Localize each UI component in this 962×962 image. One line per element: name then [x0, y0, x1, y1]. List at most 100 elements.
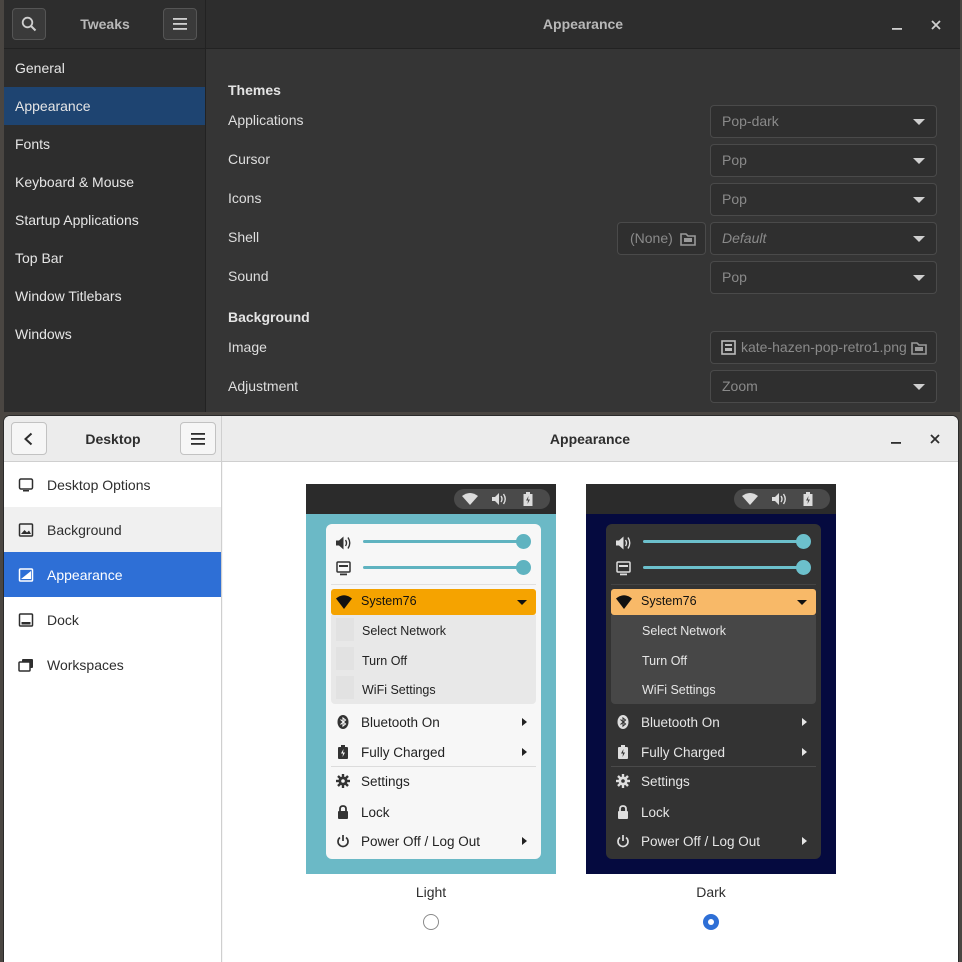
tweaks-nav-startup-applications[interactable]: Startup Applications [4, 201, 205, 239]
tweaks-menu-button[interactable] [163, 8, 197, 40]
settings-item[interactable]: Settings [326, 767, 541, 795]
cursor-value: Pop [722, 152, 747, 168]
tweaks-nav-fonts[interactable]: Fonts [4, 125, 205, 163]
network-item[interactable]: System76 [331, 589, 536, 615]
brightness-slider-knob[interactable] [516, 560, 531, 575]
tweaks-nav-keyboard-mouse[interactable]: Keyboard & Mouse [4, 163, 205, 201]
desktop-page-title: Appearance [549, 431, 631, 447]
light-option-label: Light [415, 884, 447, 900]
preview-top-bar [306, 484, 556, 514]
desktop-nav-workspaces[interactable]: Workspaces [4, 642, 221, 687]
sound-combo[interactable]: Pop [710, 261, 937, 294]
settings-item[interactable]: Settings [606, 767, 821, 795]
settings-label: Settings [641, 773, 690, 789]
image-label: Image [228, 339, 267, 355]
tweaks-nav-top-bar[interactable]: Top Bar [4, 239, 205, 277]
lock-item[interactable]: Lock [606, 798, 821, 826]
volume-slider-knob[interactable] [516, 534, 531, 549]
battery-item[interactable]: Fully Charged [326, 738, 541, 766]
search-icon [21, 16, 37, 32]
brightness-slider[interactable] [363, 566, 521, 569]
chevron-down-icon [913, 197, 925, 203]
chevron-down-icon [913, 384, 925, 390]
desktop-nav-appearance[interactable]: Appearance [4, 552, 221, 597]
desktop-menu-button[interactable] [180, 422, 216, 455]
background-heading: Background [228, 309, 310, 325]
lock-item[interactable]: Lock [326, 798, 541, 826]
tweaks-nav-appearance[interactable]: Appearance [4, 87, 205, 125]
shell-combo[interactable]: Default [710, 222, 937, 255]
desktop-nav-desktop-options[interactable]: Desktop Options [4, 462, 221, 507]
light-radio[interactable] [423, 914, 439, 930]
minimize-icon [892, 28, 902, 30]
lock-label: Lock [641, 804, 670, 820]
tweaks-sidebar-header: Tweaks [4, 0, 206, 49]
back-button[interactable] [11, 422, 47, 455]
desktop-settings-window: Desktop Appearance Desktop Options Backg… [4, 416, 958, 962]
desktop-minimize-button[interactable] [885, 428, 907, 450]
bluetooth-icon [337, 715, 349, 729]
battery-icon [338, 745, 348, 759]
power-label: Power Off / Log Out [361, 833, 481, 849]
desktop-nav-label: Appearance [47, 566, 123, 583]
chevron-down-icon [517, 600, 527, 605]
volume-slider[interactable] [363, 540, 521, 543]
network-item[interactable]: System76 [611, 589, 816, 615]
battery-item[interactable]: Fully Charged [606, 738, 821, 766]
cursor-label: Cursor [228, 151, 271, 167]
desktop-close-button[interactable] [924, 428, 946, 450]
desktop-nav-dock[interactable]: Dock [4, 597, 221, 642]
display-icon [336, 561, 351, 576]
turn-off-item[interactable]: Turn Off [642, 654, 687, 668]
bluetooth-item[interactable]: Bluetooth On [326, 708, 541, 736]
search-button[interactable] [12, 8, 46, 40]
applications-combo[interactable]: Pop-dark [710, 105, 937, 138]
icons-combo[interactable]: Pop [710, 183, 937, 216]
adjustment-combo[interactable]: Zoom [710, 370, 937, 403]
brightness-slider-knob[interactable] [796, 560, 811, 575]
battery-label: Fully Charged [641, 744, 726, 760]
volume-slider-knob[interactable] [796, 534, 811, 549]
network-submenu: Select Network Turn Off WiFi Settings [611, 615, 816, 704]
tweaks-nav-windows[interactable]: Windows [4, 315, 205, 353]
chevron-down-icon [913, 119, 925, 125]
gear-icon [336, 774, 350, 788]
light-theme-preview[interactable]: System76 Select Network Turn Off WiFi Se… [306, 484, 556, 874]
cursor-combo[interactable]: Pop [710, 144, 937, 177]
appearance-icon [18, 567, 34, 582]
shell-file-chooser[interactable]: (None) [617, 222, 706, 255]
tweaks-main-header: Appearance [206, 0, 960, 49]
wifi-settings-item[interactable]: WiFi Settings [642, 683, 716, 697]
turn-off-item[interactable]: Turn Off [362, 654, 407, 668]
image-file-chooser[interactable]: kate-hazen-pop-retro1.png [710, 331, 937, 364]
image-file-value: kate-hazen-pop-retro1.png [741, 339, 907, 355]
sound-label: Sound [228, 268, 269, 284]
wifi-icon [616, 595, 632, 609]
power-item[interactable]: Power Off / Log Out [326, 827, 541, 855]
tweaks-nav-general[interactable]: General [4, 49, 205, 87]
tweaks-close-button[interactable] [925, 14, 947, 36]
power-icon [617, 835, 629, 848]
image-file-icon [721, 340, 736, 355]
adjustment-value: Zoom [722, 378, 758, 394]
tweaks-minimize-button[interactable] [886, 14, 908, 36]
applications-label: Applications [228, 112, 304, 128]
dark-theme-preview[interactable]: System76 Select Network Turn Off WiFi Se… [586, 484, 836, 874]
desktop-nav-background[interactable]: Background [4, 507, 221, 552]
bluetooth-label: Bluetooth On [641, 714, 720, 730]
select-network-item[interactable]: Select Network [362, 624, 446, 638]
bluetooth-item[interactable]: Bluetooth On [606, 708, 821, 736]
brightness-slider[interactable] [643, 566, 801, 569]
select-network-item[interactable]: Select Network [642, 624, 726, 638]
tweaks-nav-window-titlebars[interactable]: Window Titlebars [4, 277, 205, 315]
back-arrow-icon [24, 432, 33, 445]
volume-slider[interactable] [643, 540, 801, 543]
power-item[interactable]: Power Off / Log Out [606, 827, 821, 855]
wifi-settings-item[interactable]: WiFi Settings [362, 683, 436, 697]
battery-icon [523, 492, 533, 506]
dark-radio[interactable] [703, 914, 719, 930]
volume-icon [772, 493, 786, 505]
lock-icon [618, 805, 628, 819]
power-icon [337, 835, 349, 848]
volume-icon [492, 493, 506, 505]
